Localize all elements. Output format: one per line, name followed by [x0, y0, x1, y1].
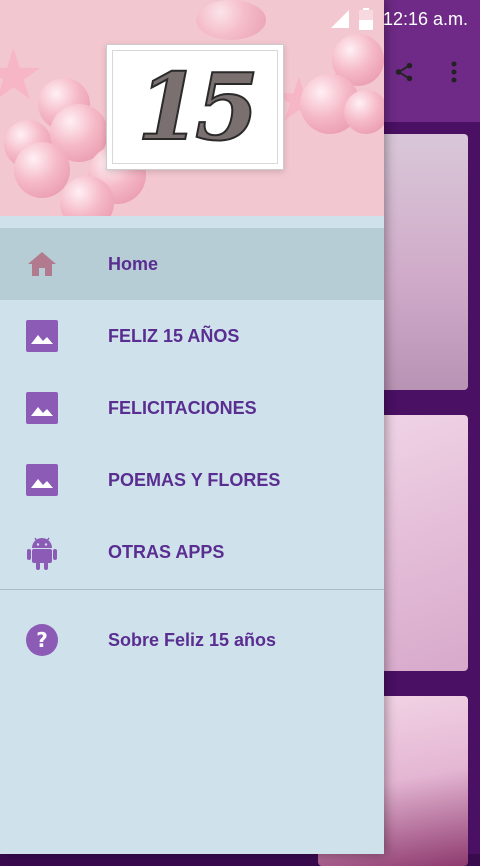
signal-icon	[330, 10, 349, 28]
more-options-icon[interactable]	[442, 60, 466, 84]
menu-item-label: Home	[108, 253, 159, 274]
navigation-drawer: ★ ★ ★ 15 Home FELIZ 15 AÑOS	[0, 0, 384, 854]
balloon	[344, 90, 384, 134]
battery-icon	[358, 8, 373, 30]
menu-divider	[0, 589, 384, 590]
header-badge-number: 15	[136, 52, 260, 162]
header-badge-card: 15	[106, 44, 284, 170]
drawer-menu: Home FELIZ 15 AÑOS FELICITACIONES POEMAS…	[0, 228, 384, 676]
menu-item-about[interactable]: ? Sobre Feliz 15 años	[0, 604, 384, 676]
menu-item-label: OTRAS APPS	[108, 541, 225, 562]
image-icon	[25, 391, 59, 425]
menu-item-label: FELIZ 15 AÑOS	[108, 325, 240, 346]
android-icon	[25, 535, 59, 570]
image-icon	[25, 463, 59, 497]
image-icon	[25, 319, 59, 353]
menu-item-label: Sobre Feliz 15 años	[108, 629, 277, 650]
menu-item-poemas-y-flores[interactable]: POEMAS Y FLORES	[0, 444, 384, 516]
menu-item-label: FELICITACIONES	[108, 397, 257, 418]
menu-item-felicitaciones[interactable]: FELICITACIONES	[0, 372, 384, 444]
menu-item-label: POEMAS Y FLORES	[108, 469, 281, 490]
menu-item-home[interactable]: Home	[0, 228, 384, 300]
menu-item-feliz-15-anos[interactable]: FELIZ 15 AÑOS	[0, 300, 384, 372]
home-icon	[25, 247, 59, 281]
svg-text:?: ?	[36, 628, 48, 652]
menu-item-otras-apps[interactable]: OTRAS APPS	[0, 516, 384, 588]
status-time: 12:16 a.m.	[382, 8, 468, 29]
balloon	[14, 142, 70, 198]
status-bar: 12:16 a.m.	[0, 0, 480, 38]
help-icon: ?	[25, 623, 59, 657]
share-icon[interactable]	[392, 60, 416, 84]
